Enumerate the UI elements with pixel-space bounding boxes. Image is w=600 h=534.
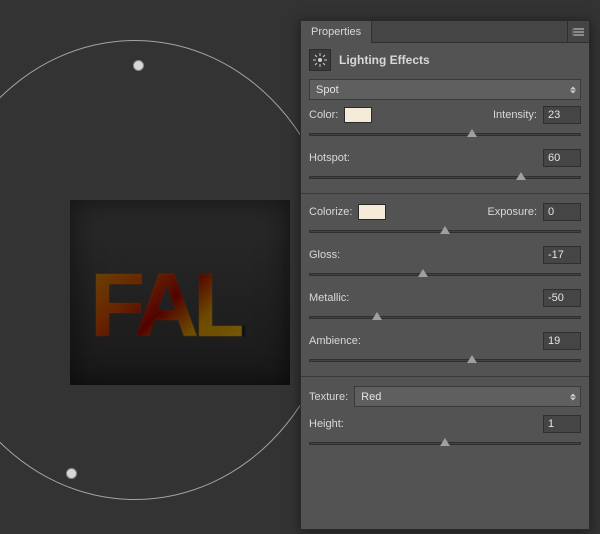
group-ambience: Ambience: 19 bbox=[309, 332, 581, 367]
intensity-field[interactable]: 23 bbox=[543, 106, 581, 124]
panel-tabbar: Properties bbox=[301, 21, 589, 43]
colorize-label: Colorize: bbox=[309, 206, 352, 218]
dropdown-arrows-icon bbox=[570, 393, 576, 400]
colorize-swatch[interactable] bbox=[358, 204, 386, 220]
group-hotspot: Hotspot: 60 bbox=[309, 149, 581, 184]
color-swatch[interactable] bbox=[344, 107, 372, 123]
ambience-field[interactable]: 19 bbox=[543, 332, 581, 350]
height-label: Height: bbox=[309, 418, 344, 430]
gloss-label: Gloss: bbox=[309, 249, 340, 261]
hotspot-label: Hotspot: bbox=[309, 152, 350, 164]
metallic-slider[interactable] bbox=[309, 310, 581, 324]
height-field[interactable]: 1 bbox=[543, 415, 581, 433]
group-gloss: Gloss: -17 bbox=[309, 246, 581, 281]
properties-panel: Properties Lighting Effects Spot Color: … bbox=[300, 20, 590, 530]
group-texture: Texture: Red bbox=[309, 386, 581, 407]
exposure-slider-thumb[interactable] bbox=[440, 226, 450, 234]
lighting-effects-icon bbox=[309, 49, 331, 71]
panel-title: Lighting Effects bbox=[339, 53, 430, 67]
group-height: Height: 1 bbox=[309, 415, 581, 450]
exposure-slider[interactable] bbox=[309, 224, 581, 238]
group-exposure: Colorize: Exposure: 0 bbox=[309, 203, 581, 238]
gloss-field[interactable]: -17 bbox=[543, 246, 581, 264]
exposure-field[interactable]: 0 bbox=[543, 203, 581, 221]
light-handle-bottom[interactable] bbox=[66, 468, 77, 479]
panel-header: Lighting Effects bbox=[301, 43, 589, 75]
intensity-slider-thumb[interactable] bbox=[467, 129, 477, 137]
ambience-slider[interactable] bbox=[309, 353, 581, 367]
panel-body: Spot Color: Intensity: 23 Hotspot: 60 bbox=[301, 75, 589, 460]
group-intensity: Color: Intensity: 23 bbox=[309, 106, 581, 141]
light-handle-top[interactable] bbox=[133, 60, 144, 71]
texture-value: Red bbox=[361, 391, 381, 403]
height-slider[interactable] bbox=[309, 436, 581, 450]
hotspot-field[interactable]: 60 bbox=[543, 149, 581, 167]
dropdown-arrows-icon bbox=[570, 86, 576, 93]
divider bbox=[301, 376, 589, 377]
metallic-field[interactable]: -50 bbox=[543, 289, 581, 307]
hotspot-slider[interactable] bbox=[309, 170, 581, 184]
panel-menu-icon[interactable] bbox=[567, 21, 589, 43]
texture-dropdown[interactable]: Red bbox=[354, 386, 581, 407]
ambience-label: Ambience: bbox=[309, 335, 361, 347]
metallic-slider-thumb[interactable] bbox=[372, 312, 382, 320]
group-metallic: Metallic: -50 bbox=[309, 289, 581, 324]
light-ellipse[interactable] bbox=[0, 40, 340, 500]
ambience-slider-thumb[interactable] bbox=[467, 355, 477, 363]
gloss-slider-thumb[interactable] bbox=[418, 269, 428, 277]
tab-properties[interactable]: Properties bbox=[301, 21, 372, 43]
divider bbox=[301, 193, 589, 194]
color-label: Color: bbox=[309, 109, 338, 121]
exposure-label: Exposure: bbox=[487, 206, 537, 218]
metallic-label: Metallic: bbox=[309, 292, 349, 304]
light-type-dropdown[interactable]: Spot bbox=[309, 79, 581, 100]
light-type-value: Spot bbox=[316, 84, 339, 96]
intensity-label: Intensity: bbox=[493, 109, 537, 121]
hotspot-slider-thumb[interactable] bbox=[516, 172, 526, 180]
height-slider-thumb[interactable] bbox=[440, 438, 450, 446]
gloss-slider[interactable] bbox=[309, 267, 581, 281]
intensity-slider[interactable] bbox=[309, 127, 581, 141]
texture-label: Texture: bbox=[309, 391, 348, 403]
